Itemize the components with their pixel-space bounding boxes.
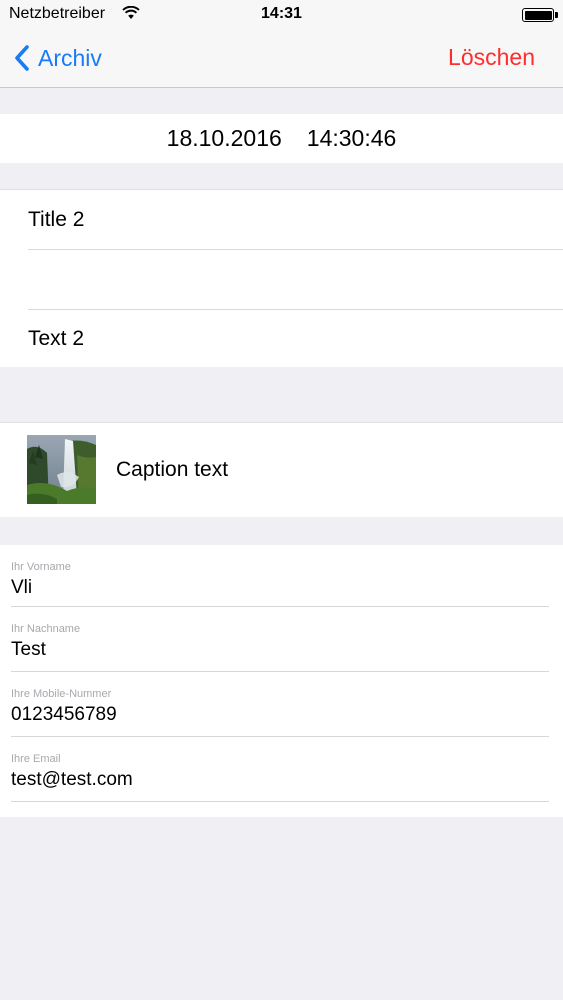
text-section: Title 2 Text 2 bbox=[0, 189, 563, 367]
date-section: 18.10.2016 14:30:46 bbox=[0, 114, 563, 163]
battery-icon bbox=[522, 8, 554, 22]
chevron-left-icon bbox=[15, 45, 29, 71]
navigation-bar: Archiv Löschen bbox=[0, 30, 563, 88]
mobile-field[interactable]: Ihre Mobile-Nummer bbox=[11, 672, 549, 737]
contact-form: Ihr Vorname Ihr Nachname Ihre Mobile-Num… bbox=[0, 545, 563, 817]
status-bar: Netzbetreiber 14:31 bbox=[0, 0, 563, 30]
back-label: Archiv bbox=[38, 44, 102, 71]
delete-button[interactable]: Löschen bbox=[448, 44, 535, 71]
mobile-input[interactable] bbox=[11, 704, 549, 726]
email-input[interactable] bbox=[11, 769, 549, 791]
title-row[interactable]: Title 2 bbox=[28, 190, 563, 250]
last-name-label: Ihr Nachname bbox=[11, 623, 81, 635]
last-name-field[interactable]: Ihr Nachname bbox=[11, 607, 549, 672]
image-section[interactable]: Caption text bbox=[0, 422, 563, 517]
status-time: 14:31 bbox=[261, 5, 302, 22]
text-row[interactable]: Text 2 bbox=[28, 310, 563, 368]
email-label: Ihre Email bbox=[11, 753, 61, 765]
subtitle-row[interactable] bbox=[28, 250, 563, 310]
first-name-field[interactable]: Ihr Vorname bbox=[11, 545, 549, 607]
email-field[interactable]: Ihre Email bbox=[11, 737, 549, 802]
entry-text: Text 2 bbox=[28, 327, 85, 350]
first-name-label: Ihr Vorname bbox=[11, 561, 71, 573]
waterfall-image bbox=[27, 435, 96, 504]
mobile-label: Ihre Mobile-Nummer bbox=[11, 688, 112, 700]
entry-time: 14:30:46 bbox=[306, 125, 397, 151]
entry-date: 18.10.2016 bbox=[166, 125, 282, 151]
image-caption: Caption text bbox=[116, 458, 229, 481]
entry-title: Title 2 bbox=[28, 207, 85, 231]
waterfall-photo[interactable] bbox=[27, 435, 96, 504]
back-button[interactable]: Archiv bbox=[14, 40, 102, 76]
last-name-input[interactable] bbox=[11, 639, 549, 661]
first-name-input[interactable] bbox=[11, 577, 549, 599]
battery-tip bbox=[555, 12, 558, 18]
